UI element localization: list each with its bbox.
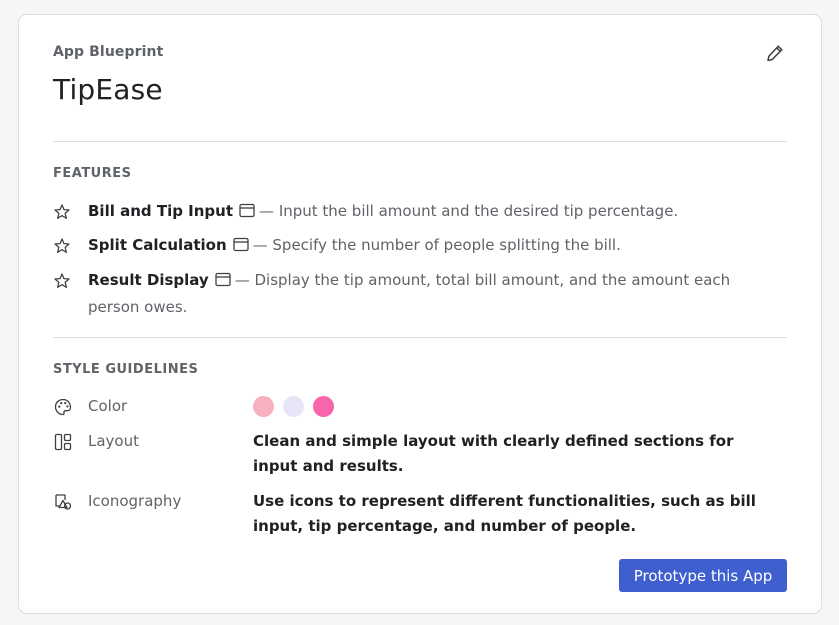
window-icon — [239, 201, 255, 226]
color-swatch — [283, 396, 304, 417]
card-content: App Blueprint TipEase FEATURES Bill and … — [53, 15, 787, 613]
layout-label: Layout — [88, 432, 139, 450]
app-title: TipEase — [53, 73, 163, 106]
style-row-iconography: Iconography Use icons to represent diffe… — [53, 489, 787, 539]
feature-name: Bill and Tip Input — [88, 202, 234, 220]
layout-value: Clean and simple layout with clearly def… — [253, 432, 734, 475]
divider — [53, 337, 787, 338]
shapes-icon — [53, 489, 88, 514]
style-row-color: Color — [53, 394, 787, 419]
star-icon — [53, 233, 88, 258]
color-label: Color — [88, 397, 128, 415]
color-swatch — [313, 396, 334, 417]
blueprint-label: App Blueprint — [53, 44, 164, 60]
star-icon — [53, 268, 88, 293]
window-icon — [232, 235, 249, 260]
feature-item: Split Calculation — Specify the number of… — [53, 233, 787, 260]
prototype-app-button[interactable]: Prototype this App — [619, 559, 787, 592]
divider — [53, 141, 787, 142]
layout-icon — [53, 429, 88, 454]
feature-separator: — — [259, 202, 275, 220]
window-icon — [215, 270, 231, 295]
pencil-icon — [767, 45, 783, 62]
feature-name: Result Display — [88, 271, 209, 289]
style-row-layout: Layout Clean and simple layout with clea… — [53, 429, 787, 479]
feature-item: Bill and Tip Input — Input the bill amoun… — [53, 199, 787, 226]
app-blueprint-card: App Blueprint TipEase FEATURES Bill and … — [18, 14, 822, 614]
iconography-value: Use icons to represent different functio… — [253, 492, 756, 535]
star-icon — [53, 199, 88, 224]
feature-description: Specify the number of people splitting t… — [272, 236, 621, 254]
feature-description: Input the bill amount and the desired ti… — [278, 202, 679, 220]
feature-separator: — — [234, 271, 250, 289]
style-guidelines-heading: STYLE GUIDELINES — [53, 362, 199, 377]
features-heading: FEATURES — [53, 166, 132, 181]
palette-icon — [53, 394, 88, 419]
feature-name: Split Calculation — [88, 236, 227, 254]
feature-separator: — — [252, 236, 268, 254]
iconography-label: Iconography — [88, 492, 182, 510]
edit-button[interactable] — [763, 41, 787, 65]
color-swatch — [253, 396, 274, 417]
color-swatches — [253, 394, 787, 419]
feature-item: Result Display — Display the tip amount, … — [53, 268, 787, 320]
